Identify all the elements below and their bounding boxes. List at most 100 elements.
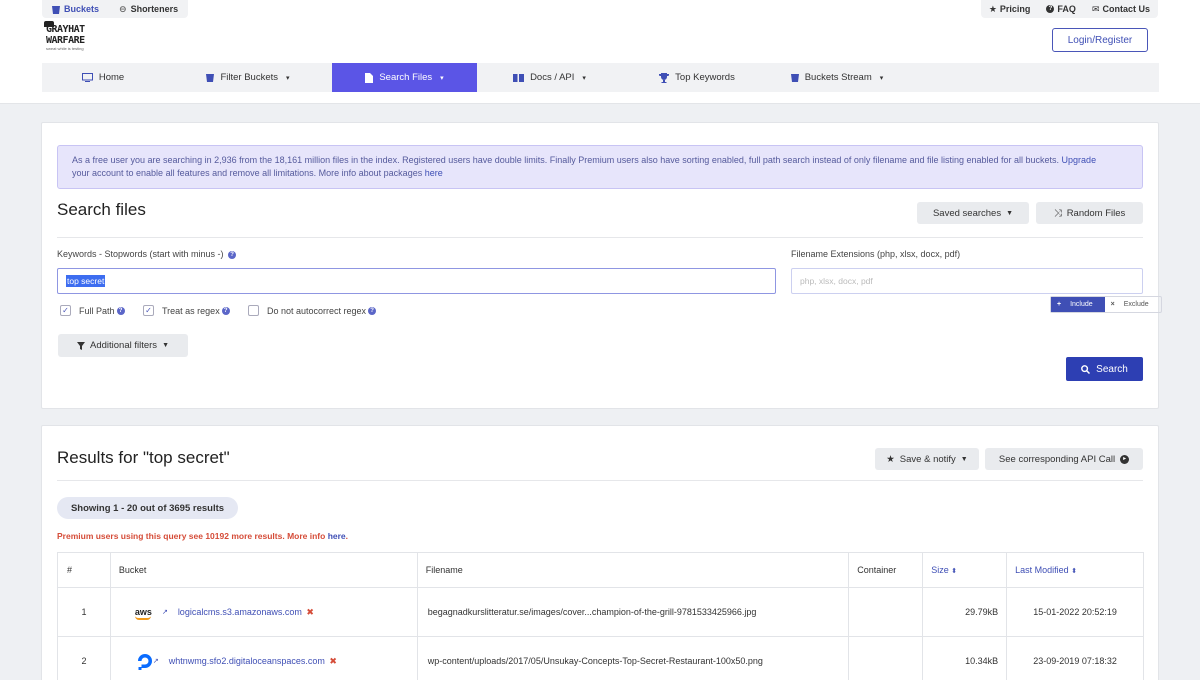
col-container: Container [848, 552, 924, 588]
tab-shorteners[interactable]: ⊖ Shorteners [109, 0, 188, 18]
include-button[interactable]: + Include [1051, 297, 1105, 312]
nav-docs-api[interactable]: Docs / API ▾ [477, 63, 622, 92]
pricing-label: Pricing [999, 4, 1031, 14]
faq-label: FAQ [1057, 4, 1076, 14]
close-icon: × [1110, 301, 1115, 308]
sort-icon: ⬍ [951, 568, 958, 575]
col-filename: Filename [416, 552, 850, 588]
random-files-button[interactable]: ⤨ Random Files [1036, 202, 1143, 224]
plus-icon: + [1057, 301, 1062, 308]
include-exclude-toggle: + Include × Exclude [1050, 296, 1162, 313]
sort-icon: ⬍ [1071, 568, 1078, 575]
external-link-icon[interactable]: ↗ [153, 657, 159, 665]
external-link-icon[interactable]: ↗ [162, 608, 168, 616]
upgrade-link[interactable]: Upgrade [1062, 155, 1097, 165]
row-container [848, 587, 924, 637]
keywords-input-value: top secret [66, 275, 106, 287]
help-icon[interactable]: ? [368, 306, 377, 315]
chevron-down-icon: ▼ [1006, 209, 1014, 217]
top-links: ★ Pricing ? FAQ ✉ Contact Us [980, 0, 1158, 18]
file-icon [365, 72, 374, 83]
trophy-icon [659, 72, 670, 83]
saved-searches-button[interactable]: Saved searches ▼ [917, 202, 1029, 224]
api-call-button[interactable]: See corresponding API Call ▸ [985, 448, 1143, 470]
save-notify-label: Save & notify [899, 453, 956, 465]
treat-as-regex-option: ✓ Treat as regex ? [143, 305, 230, 316]
col-size-sort[interactable]: Size ⬍ [922, 552, 1008, 588]
extensions-label: Filename Extensions (php, xlsx, docx, pd… [791, 249, 961, 259]
include-label: Include [1070, 301, 1093, 308]
bucket-icon [790, 74, 799, 82]
bucket-name: whtnwmg.sfo2.digitaloceanspaces.com [168, 655, 325, 666]
bucket-icon [52, 5, 60, 14]
shuffle-icon: ⤨ [1053, 207, 1062, 219]
faq-link[interactable]: ? FAQ [1038, 0, 1084, 18]
extensions-input[interactable]: php, xlsx, docx, pdf [791, 268, 1143, 294]
results-divider [57, 480, 1143, 481]
row-modified: 15-01-2022 20:52:19 [1006, 587, 1144, 637]
keywords-input[interactable]: top secret [57, 268, 776, 294]
tab-buckets[interactable]: Buckets [42, 0, 109, 18]
monitor-icon [81, 73, 93, 82]
nav-buckets-stream[interactable]: Buckets Stream ▾ [772, 63, 902, 92]
packages-here-link[interactable]: here [425, 168, 443, 178]
notice-text: As a free user you are searching in 2,93… [72, 155, 1062, 165]
treat-as-regex-checkbox[interactable]: ✓ [143, 305, 154, 316]
filename-link[interactable]: begagnadkurslitteratur.se/images/cover..… [416, 587, 850, 637]
row-bucket-cell: ↗ whtnwmg.sfo2.digitaloceanspaces.com ✖ [109, 636, 418, 680]
row-number: 2 [57, 636, 111, 680]
table-header-row: # Bucket Filename Container Size ⬍ Last … [57, 552, 1144, 588]
pricing-link[interactable]: ★ Pricing [981, 0, 1039, 18]
save-notify-button[interactable]: ★ Save & notify ▼ [875, 448, 979, 470]
no-autocorrect-checkbox[interactable] [248, 305, 259, 316]
help-icon[interactable]: ? [116, 306, 125, 315]
filename-link[interactable]: wp-content/uploads/2017/05/Unsukay-Conce… [416, 636, 850, 680]
premium-end: . [345, 531, 349, 541]
chevron-down-icon: ▾ [440, 74, 444, 82]
col-size-label: Size [931, 565, 949, 575]
full-path-checkbox[interactable]: ✓ [60, 305, 71, 316]
circle-arrow-icon: ▸ [1120, 454, 1130, 464]
premium-here-link[interactable]: here [328, 531, 346, 541]
nav-filter-buckets[interactable]: Filter Buckets ▾ [164, 63, 332, 92]
nav-search-files[interactable]: Search Files ▾ [332, 63, 477, 92]
nav-docs-api-label: Docs / API [530, 72, 575, 83]
site-logo[interactable]: GRAYHAT WARFARE sweat while is testing [44, 21, 104, 58]
search-button-label: Search [1096, 363, 1128, 375]
table-row: 2 ↗ whtnwmg.sfo2.digitaloceanspaces.com … [57, 636, 1144, 680]
search-icon [1081, 364, 1091, 374]
keywords-label-text: Keywords - Stopwords (start with minus -… [57, 249, 224, 259]
close-icon[interactable]: ✖ [329, 656, 337, 666]
no-autocorrect-label: Do not autocorrect regex [267, 305, 367, 316]
aws-logo-icon: aws [134, 607, 152, 620]
login-register-button[interactable]: Login/Register [1052, 28, 1148, 52]
nav-home[interactable]: Home [42, 63, 164, 92]
close-icon[interactable]: ✖ [306, 607, 314, 617]
help-icon[interactable]: ? [221, 306, 230, 315]
site-header: Buckets ⊖ Shorteners ★ Pricing ? FAQ ✉ C… [0, 0, 1200, 104]
col-last-modified-sort[interactable]: Last Modified ⬍ [1006, 552, 1144, 588]
row-bucket-cell: aws ↗ logicalcms.s3.amazonaws.com ✖ [109, 587, 418, 637]
col-number: # [57, 552, 111, 588]
chevron-down-icon: ▾ [286, 74, 290, 82]
treat-as-regex-label: Treat as regex [162, 305, 220, 316]
digitalocean-logo-icon [137, 654, 152, 670]
chevron-down-icon: ▾ [582, 74, 586, 82]
random-files-label: Random Files [1066, 207, 1126, 219]
logo-line1: GRAYHAT [46, 24, 85, 35]
bucket-link[interactable]: logicalcms.s3.amazonaws.com ✖ [178, 607, 314, 618]
contact-link[interactable]: ✉ Contact Us [1084, 0, 1158, 18]
nav-home-label: Home [98, 72, 125, 83]
exclude-button[interactable]: × Exclude [1105, 297, 1161, 312]
additional-filters-button[interactable]: Additional filters ▼ [58, 334, 188, 357]
saved-searches-label: Saved searches [932, 207, 1002, 219]
additional-filters-label: Additional filters [90, 340, 158, 351]
main-nav: Home Filter Buckets ▾ Search Files ▾ Doc… [42, 63, 1159, 92]
bucket-link[interactable]: whtnwmg.sfo2.digitaloceanspaces.com ✖ [169, 656, 337, 667]
row-number: 1 [57, 587, 111, 637]
row-container [848, 636, 924, 680]
nav-top-keywords[interactable]: Top Keywords [622, 63, 772, 92]
help-icon[interactable]: ? [228, 250, 237, 259]
bucket-name: logicalcms.s3.amazonaws.com [177, 606, 302, 617]
search-button[interactable]: Search [1066, 357, 1143, 381]
